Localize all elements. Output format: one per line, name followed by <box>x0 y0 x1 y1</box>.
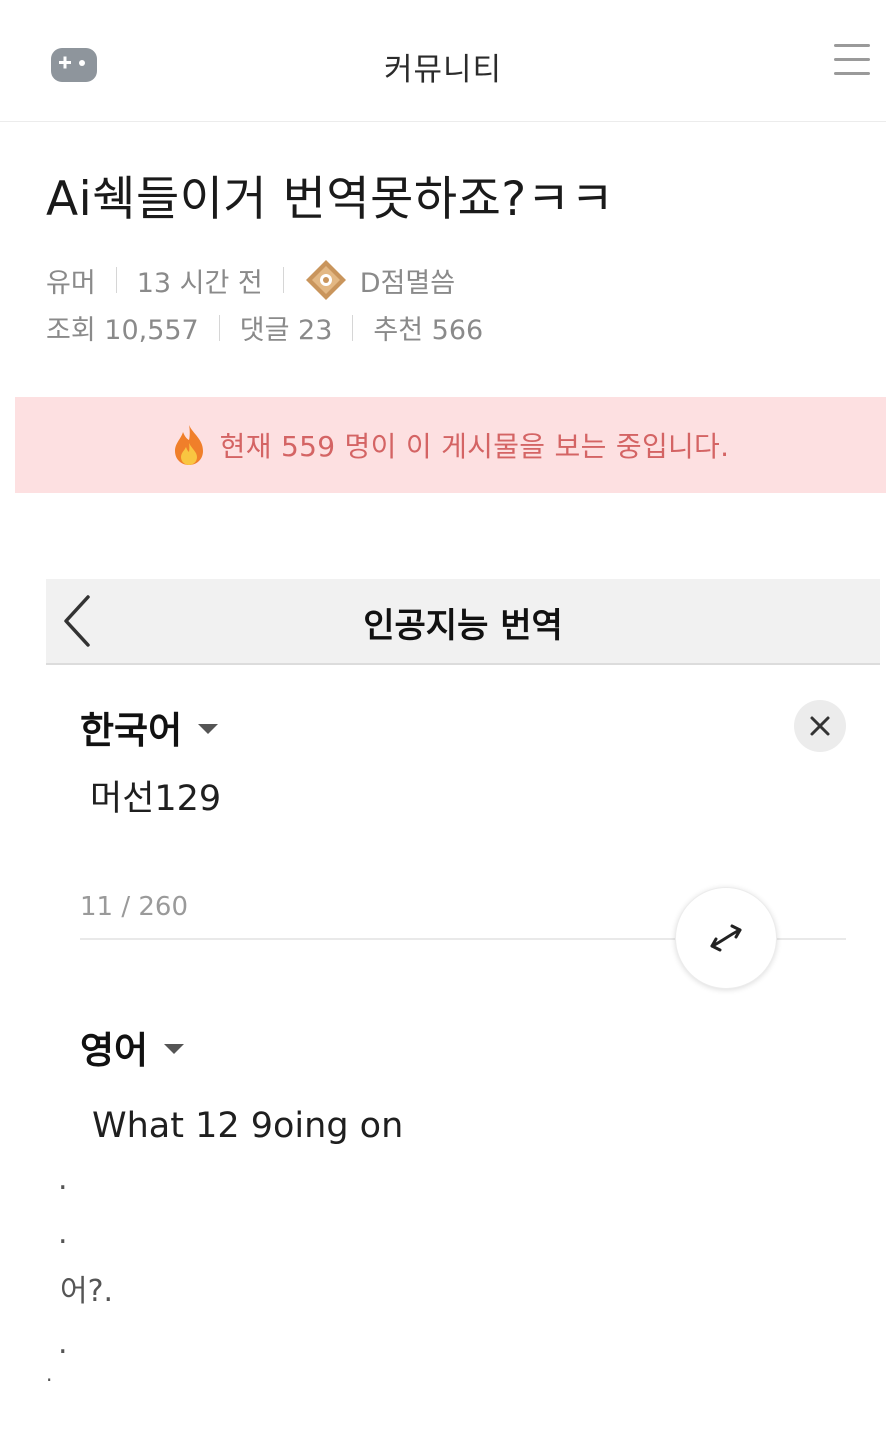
top-bar: 커뮤니티 <box>0 0 886 122</box>
body-line: 어?. <box>60 1274 114 1309</box>
body-dot: . <box>58 1326 68 1361</box>
divider <box>352 314 354 341</box>
translated-text: What 12 9oing on <box>92 1106 404 1146</box>
app-title: 커뮤니티 <box>383 52 503 88</box>
rank-badge-icon <box>305 260 346 300</box>
recommend-count: 추천 566 <box>373 315 484 346</box>
close-icon <box>810 716 830 736</box>
caret-down-icon <box>198 724 219 734</box>
hamburger-menu-icon[interactable] <box>834 44 872 78</box>
character-counter: 11 / 260 <box>80 892 188 922</box>
live-viewers-text: 현재 559 명이 이 게시물을 보는 중입니다. <box>219 430 730 463</box>
source-text-input[interactable]: 머선129 <box>90 770 221 821</box>
fire-icon <box>174 425 203 465</box>
post-category[interactable]: 유머 <box>46 261 96 300</box>
live-viewers-banner: 현재 559 명이 이 게시물을 보는 중입니다. <box>15 397 886 493</box>
comment-count[interactable]: 댓글 23 <box>240 308 333 347</box>
post-title: Ai쉑들이거 번역못하죠?ㅋㅋ <box>46 172 615 227</box>
post-meta-stats: 조회 10,557 댓글 23 추천 566 <box>46 308 483 347</box>
view-count: 조회 10,557 <box>46 315 199 346</box>
post-meta-primary: 유머 13 시간 전 D점멸씀 <box>46 258 455 302</box>
body-dot: . <box>58 1216 68 1251</box>
swap-arrows-icon <box>710 924 742 952</box>
community-post-page: 커뮤니티 Ai쉑들이거 번역못하죠?ㅋㅋ 유머 13 시간 전 D점멸씀 조회 … <box>0 0 886 1439</box>
translator-header: 인공지능 번역 <box>46 579 880 665</box>
post-time: 13 시간 전 <box>136 267 263 299</box>
translator-title: 인공지능 번역 <box>363 606 563 646</box>
divider <box>115 267 117 293</box>
caret-down-icon <box>164 1044 185 1054</box>
target-language-select[interactable]: 영어 <box>80 1020 185 1074</box>
divider <box>218 314 220 341</box>
target-language-label: 영어 <box>80 1029 149 1072</box>
swap-languages-button[interactable] <box>675 887 777 989</box>
body-dot: . <box>46 1362 53 1386</box>
body-dot: . <box>58 1162 68 1197</box>
clear-text-button[interactable] <box>794 700 846 752</box>
source-language-label: 한국어 <box>80 709 183 752</box>
divider <box>282 267 284 293</box>
source-language-select[interactable]: 한국어 <box>80 700 219 754</box>
author-name[interactable]: D점멸씀 <box>360 261 455 300</box>
